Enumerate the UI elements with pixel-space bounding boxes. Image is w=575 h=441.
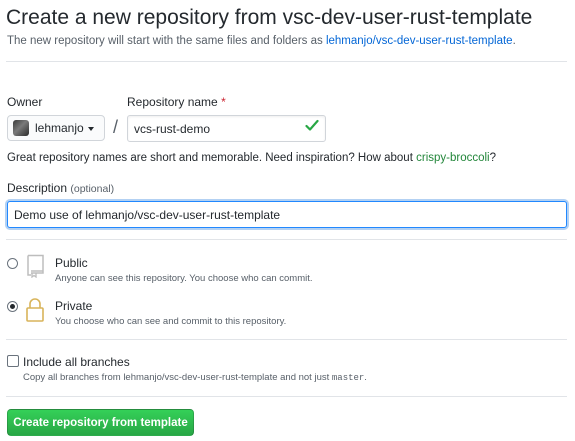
owner-select-button[interactable]: lehmanjo [7,115,105,141]
public-radio[interactable] [7,258,18,269]
divider [6,396,567,397]
repo-icon [27,254,44,278]
subtitle-text: The new repository will start with the s… [7,35,323,47]
owner-repo-separator: / [113,117,119,137]
branches-desc-suffix: . [364,372,367,383]
optional-marker: (optional) [70,183,115,195]
private-title: Private [55,299,93,313]
subtitle-suffix: . [512,35,516,47]
owner-name: lehmanjo [35,121,84,135]
owner-label: Owner [7,95,43,109]
template-link[interactable]: lehmanjo/vsc-dev-user-rust-template [326,35,513,47]
private-desc: You choose who can see and commit to thi… [55,316,287,327]
page-subtitle: The new repository will start with the s… [7,35,516,47]
include-branches-checkbox[interactable] [7,355,19,367]
public-desc: Anyone can see this repository. You choo… [55,273,313,284]
chevron-down-icon [87,127,94,131]
description-label: Description (optional) [7,181,114,195]
repo-name-label-text: Repository name [127,95,218,109]
include-branches-desc: Copy all branches from lehmanjo/vsc-dev-… [23,372,367,383]
include-branches-label: Include all branches [23,355,130,369]
description-input[interactable] [7,201,567,228]
branches-desc-text: Copy all branches from lehmanjo/vsc-dev-… [23,372,330,383]
avatar [13,120,29,136]
divider [6,239,567,240]
name-hint: Great repository names are short and mem… [7,152,496,164]
hint-text: Great repository names are short and mem… [7,152,413,164]
branch-name-code: master [331,373,365,383]
divider [6,61,567,62]
description-label-text: Description [7,181,68,195]
divider [6,339,567,340]
page-title: Create a new repository from vsc-dev-use… [6,6,533,29]
repository-name-input[interactable] [127,115,326,142]
hint-suffix: ? [489,152,497,164]
lock-icon [26,298,44,322]
public-title: Public [55,256,88,270]
check-icon [305,119,319,131]
required-marker: * [221,95,226,109]
private-radio[interactable] [7,301,18,312]
repo-name-label: Repository name * [127,95,226,109]
name-suggestion[interactable]: crispy-broccoli [416,152,490,164]
create-repository-button[interactable]: Create repository from template [7,409,194,436]
